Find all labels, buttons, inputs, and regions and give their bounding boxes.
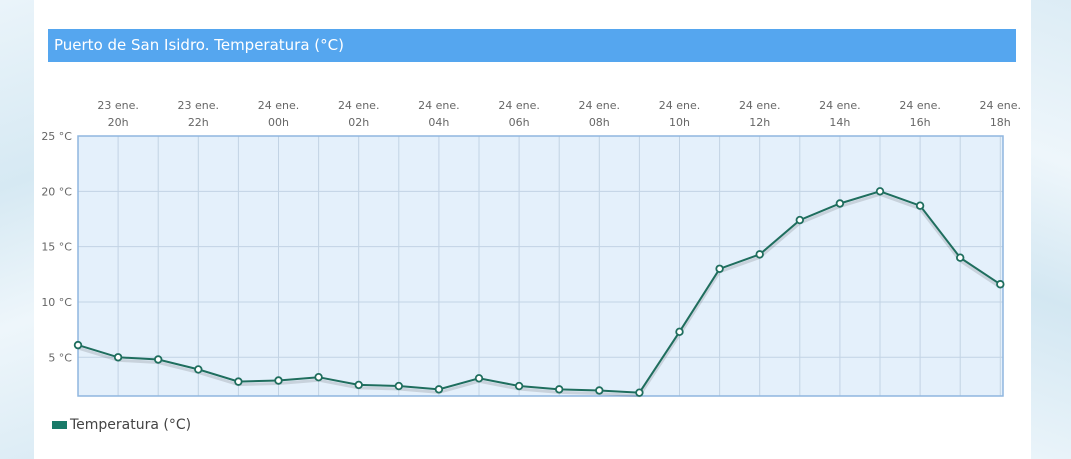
data-point — [73, 340, 83, 350]
x-tick-label: 24 ene. 00h — [258, 99, 300, 129]
x-tick-label: 23 ene. 22h — [178, 99, 220, 129]
data-point — [354, 380, 363, 390]
data-point — [956, 253, 965, 262]
legend-swatch — [52, 421, 67, 429]
background-right — [1031, 0, 1071, 459]
x-tick-label: 24 ene. 06h — [498, 99, 540, 129]
x-tick-label: 24 ene. 18h — [980, 99, 1022, 129]
data-point — [835, 199, 845, 208]
data-point — [194, 365, 203, 374]
x-tick-label: 24 ene. 16h — [899, 99, 941, 129]
data-point — [635, 388, 644, 397]
data-point — [113, 353, 123, 362]
data-point — [514, 381, 524, 391]
legend-label: Temperatura (°C) — [70, 417, 192, 433]
y-tick-label: 5 °C — [48, 351, 72, 364]
data-point — [915, 201, 925, 210]
data-point — [153, 355, 163, 364]
y-tick-label: 15 °C — [41, 241, 72, 254]
data-point — [795, 215, 804, 225]
data-point — [555, 385, 564, 394]
x-tick-label: 24 ene. 10h — [659, 99, 701, 129]
data-point — [234, 377, 243, 386]
data-point — [875, 187, 885, 196]
background-left — [0, 0, 34, 459]
x-tick-label: 24 ene. 04h — [418, 99, 460, 129]
chart-panel: Puerto de San Isidro. Temperatura (°C) 2… — [34, 0, 1031, 459]
data-point — [274, 376, 283, 385]
temperature-chart: 25 °C 20 °C 15 °C 10 °C 5 °C 23 ene. 20h 23 ene… — [41, 99, 1022, 398]
y-tick-label: 25 °C — [41, 130, 72, 143]
y-tick-label: 20 °C — [41, 185, 72, 198]
data-point — [996, 280, 1005, 289]
data-point — [394, 381, 403, 391]
x-tick-label: 24 ene. 14h — [819, 99, 861, 129]
x-tick-label: 24 ene. 02h — [338, 99, 380, 129]
data-point — [595, 386, 604, 395]
x-tick-label: 24 ene. 08h — [579, 99, 621, 129]
data-point — [434, 385, 444, 394]
x-tick-label: 24 ene. 12h — [739, 99, 781, 129]
data-point — [715, 264, 724, 273]
data-point — [755, 250, 764, 259]
y-tick-label: 10 °C — [41, 296, 72, 309]
data-point — [675, 327, 684, 337]
chart-legend[interactable]: Temperatura (°C) — [52, 417, 191, 433]
data-point — [314, 372, 323, 382]
x-tick-label: 23 ene. 20h — [97, 99, 139, 129]
data-point — [474, 374, 484, 383]
